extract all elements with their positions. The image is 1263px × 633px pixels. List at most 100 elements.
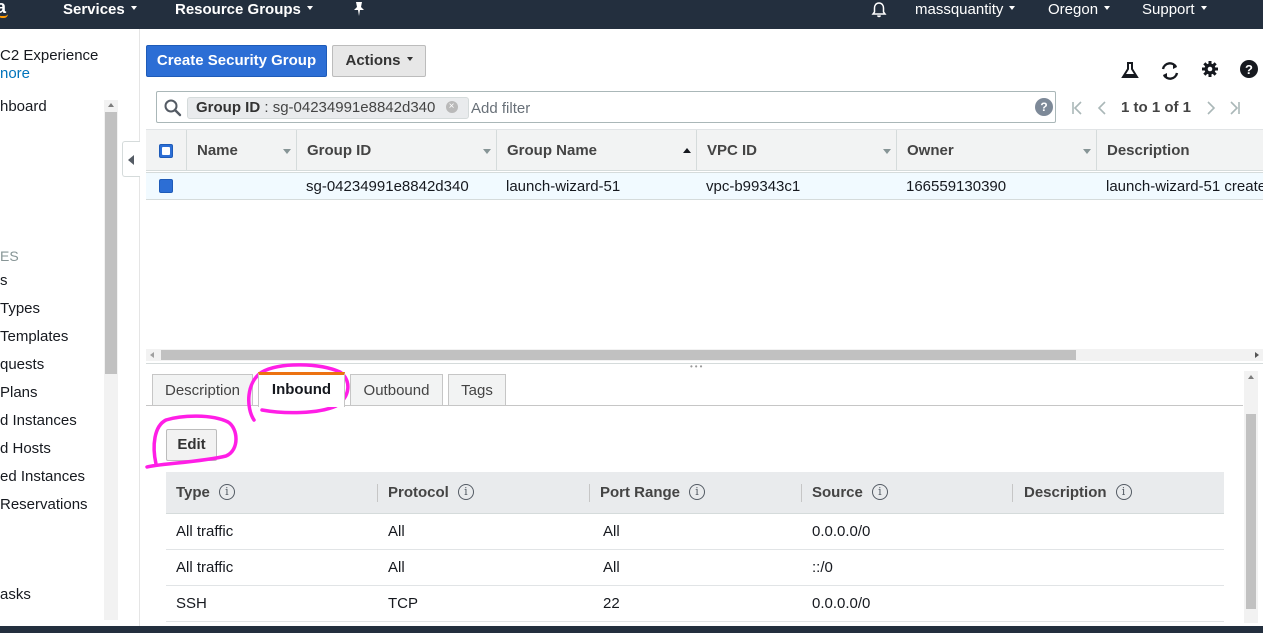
create-security-group-button[interactable]: Create Security Group — [146, 45, 327, 77]
cell-description: launch-wizard-51 create — [1106, 178, 1263, 195]
pin-icon[interactable] — [352, 1, 366, 30]
tab-description[interactable]: Description — [152, 374, 253, 406]
sort-caret-icon — [883, 149, 891, 154]
cell-type: SSH — [176, 595, 207, 612]
filter-chip-separator: : — [260, 99, 273, 116]
tab-tags[interactable]: Tags — [448, 374, 506, 406]
sidebar-experience-text: C2 Experience — [0, 47, 99, 64]
cell-protocol: TCP — [388, 595, 418, 612]
filter-bar[interactable]: Group ID : sg-04234991e8842d340 × ? — [156, 91, 1056, 123]
flask-icon[interactable] — [1120, 60, 1142, 82]
filter-input[interactable] — [469, 96, 1009, 120]
column-header-group-id[interactable]: Group ID — [296, 130, 496, 171]
column-separator — [377, 484, 378, 502]
security-groups-table-header: Name Group ID Group Name VPC ID Owner De… — [146, 129, 1263, 171]
scroll-left-arrow-icon[interactable] — [150, 352, 154, 358]
sort-ascending-icon — [683, 148, 691, 153]
tab-inbound[interactable]: Inbound — [258, 372, 345, 407]
remove-filter-icon[interactable]: × — [445, 101, 458, 114]
drag-handle-icon[interactable]: ••• — [690, 363, 716, 371]
sidebar-section-header: ES — [0, 248, 19, 264]
sidebar-item-capacity-reservations[interactable]: Reservations — [0, 496, 88, 513]
first-page-icon[interactable] — [1071, 101, 1083, 115]
sidebar-item-tasks[interactable]: asks — [0, 586, 31, 603]
sidebar: C2 Experience nore hboard ES s Types Tem… — [0, 29, 140, 633]
resource-groups-label: Resource Groups — [175, 1, 301, 18]
column-header-owner[interactable]: Owner — [896, 130, 1096, 171]
collapse-sidebar-button[interactable] — [122, 141, 140, 177]
scroll-right-arrow-icon[interactable] — [1255, 352, 1259, 358]
select-all-checkbox[interactable] — [159, 144, 173, 158]
info-icon[interactable]: i — [218, 484, 235, 501]
cell-protocol: All — [388, 559, 405, 576]
services-menu[interactable]: Services — [63, 0, 137, 29]
column-protocol-label: Protocol — [388, 484, 449, 501]
edit-button[interactable]: Edit — [166, 429, 217, 461]
column-header-type[interactable]: Type i — [176, 472, 235, 514]
info-icon[interactable]: i — [689, 484, 706, 501]
sidebar-item-reserved-instances[interactable]: d Instances — [0, 412, 77, 429]
sidebar-item-instance-types[interactable]: Types — [0, 300, 40, 317]
resource-groups-menu[interactable]: Resource Groups — [175, 0, 313, 29]
chevron-down-icon — [1009, 6, 1016, 11]
sidebar-item-dashboard[interactable]: hboard — [0, 98, 47, 115]
support-label: Support — [1142, 1, 1195, 18]
account-menu[interactable]: massquantity — [915, 0, 1016, 29]
column-header-name[interactable]: Name — [186, 130, 296, 171]
info-icon[interactable]: i — [1115, 484, 1132, 501]
next-page-icon[interactable] — [1205, 101, 1217, 115]
sidebar-item-savings-plans[interactable]: Plans — [0, 384, 38, 401]
info-icon[interactable]: i — [871, 484, 888, 501]
table-row[interactable]: sg-04234991e8842d340 launch-wizard-51 vp… — [146, 172, 1263, 200]
column-vpc-id-label: VPC ID — [707, 142, 758, 159]
filter-chip-key: Group ID — [196, 99, 261, 116]
cell-port-range: 22 — [603, 595, 620, 612]
column-separator — [589, 484, 590, 502]
support-menu[interactable]: Support — [1142, 0, 1207, 29]
column-header-vpc-id[interactable]: VPC ID — [696, 130, 896, 171]
cell-group-name: launch-wizard-51 — [506, 178, 621, 195]
filter-chip[interactable]: Group ID : sg-04234991e8842d340 × — [187, 97, 469, 119]
sort-caret-icon — [1083, 149, 1091, 154]
column-header-rule-description[interactable]: Description i — [1024, 472, 1132, 514]
filter-chip-value: sg-04234991e8842d340 — [272, 99, 436, 116]
bell-icon[interactable] — [870, 1, 888, 30]
column-header-protocol[interactable]: Protocol i — [388, 472, 474, 514]
filter-help-icon[interactable]: ? — [1035, 98, 1053, 116]
sidebar-item-launch-templates[interactable]: Templates — [0, 328, 68, 345]
scroll-up-arrow-icon[interactable] — [105, 101, 117, 111]
help-icon[interactable]: ? — [1239, 59, 1261, 81]
sidebar-learn-more-link[interactable]: nore — [0, 65, 30, 82]
sidebar-scrollbar-thumb[interactable] — [105, 112, 117, 374]
region-menu[interactable]: Oregon — [1048, 0, 1111, 29]
column-header-source[interactable]: Source i — [812, 472, 888, 514]
region-label: Oregon — [1048, 1, 1099, 18]
aws-logo[interactable]: a — [0, 0, 12, 29]
table-row: All traffic All All ::/0 — [166, 550, 1224, 586]
gear-icon[interactable] — [1200, 59, 1222, 81]
sort-caret-icon — [283, 149, 291, 154]
cell-protocol: All — [388, 523, 405, 540]
refresh-icon[interactable] — [1159, 60, 1181, 82]
sidebar-item-scheduled-instances[interactable]: ed Instances — [0, 468, 85, 485]
scroll-up-arrow-icon[interactable] — [1246, 373, 1256, 383]
cell-vpc-id: vpc-b99343c1 — [706, 178, 801, 195]
details-vertical-scrollbar-thumb[interactable] — [1246, 414, 1256, 609]
sidebar-item-spot-requests[interactable]: quests — [0, 356, 44, 373]
cell-source: ::/0 — [812, 559, 833, 576]
previous-page-icon[interactable] — [1096, 101, 1108, 115]
column-header-description[interactable]: Description — [1096, 130, 1263, 171]
column-header-group-name[interactable]: Group Name — [496, 130, 696, 171]
tab-outbound[interactable]: Outbound — [350, 374, 443, 406]
cell-port-range: All — [603, 523, 620, 540]
column-rule-description-label: Description — [1024, 484, 1107, 501]
column-description-label: Description — [1107, 142, 1190, 159]
info-icon[interactable]: i — [457, 484, 474, 501]
sidebar-item-dedicated-hosts[interactable]: d Hosts — [0, 440, 51, 457]
sidebar-item-instances[interactable]: s — [0, 272, 8, 289]
row-checkbox[interactable] — [159, 179, 173, 193]
table-horizontal-scrollbar-thumb[interactable] — [161, 350, 1076, 360]
actions-button[interactable]: Actions — [332, 45, 426, 77]
last-page-icon[interactable] — [1229, 101, 1241, 115]
column-header-port-range[interactable]: Port Range i — [600, 472, 706, 514]
